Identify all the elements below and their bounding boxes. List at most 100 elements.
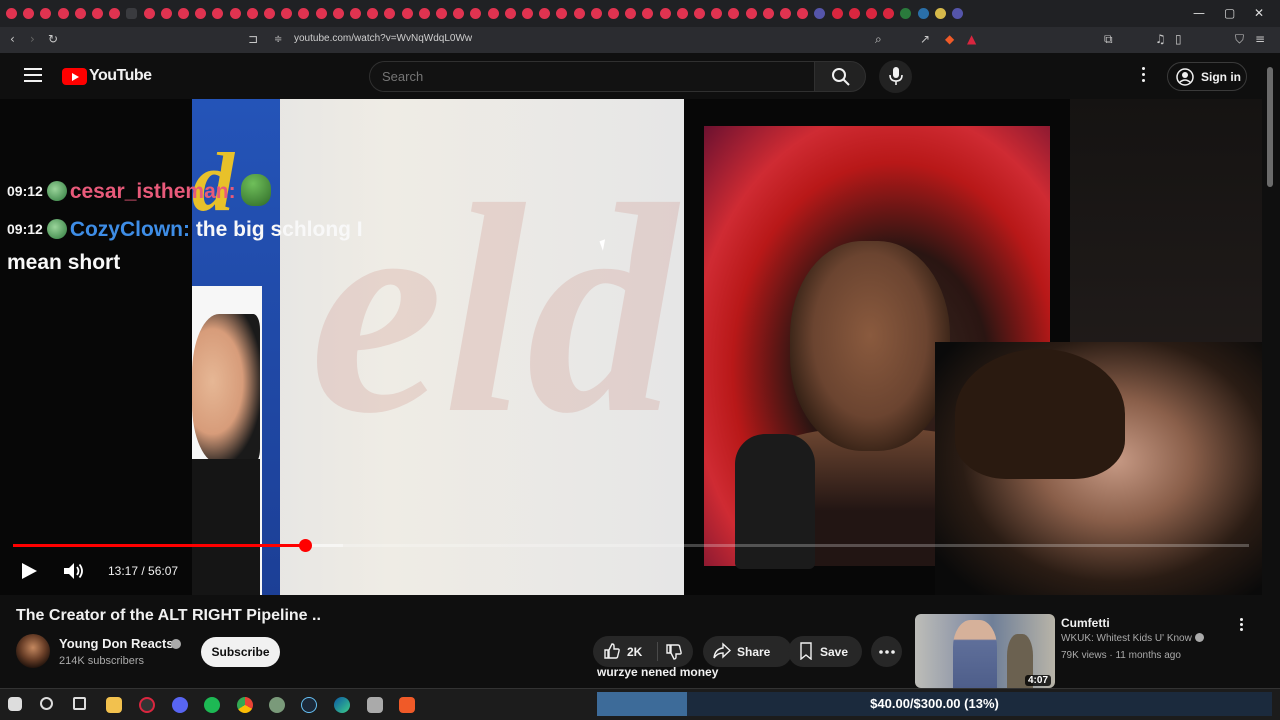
browser-tab-favicon-icon[interactable]: [608, 8, 619, 19]
search-input[interactable]: [382, 69, 782, 84]
browser-tab-favicon-icon[interactable]: [126, 8, 138, 19]
browser-tab-favicon-icon[interactable]: [780, 8, 791, 19]
edge-icon[interactable]: [334, 697, 350, 713]
browser-tab-favicon-icon[interactable]: [246, 8, 258, 19]
reload-icon[interactable]: ↻: [48, 32, 58, 46]
browser-tab-favicon-icon[interactable]: [694, 8, 705, 19]
thumbs-up-icon[interactable]: [603, 642, 621, 660]
brave-shield-icon[interactable]: ◆: [945, 32, 954, 46]
steam-icon[interactable]: [301, 697, 317, 713]
sidebar-icon[interactable]: ▯: [1175, 32, 1182, 46]
channel-avatar[interactable]: [16, 634, 50, 668]
browser-tab-favicon-icon[interactable]: [762, 8, 774, 19]
volume-icon[interactable]: [63, 562, 85, 580]
browser-tab-favicon-icon[interactable]: [831, 8, 843, 19]
browser-tab-favicon-icon[interactable]: [315, 8, 327, 19]
browser-tab-favicon-icon[interactable]: [522, 8, 533, 19]
browser-tab-favicon-icon[interactable]: [470, 8, 482, 19]
like-count[interactable]: 2K: [627, 645, 642, 659]
app-icon[interactable]: [269, 697, 285, 713]
close-window-icon[interactable]: ✕: [1254, 6, 1264, 20]
channel-name[interactable]: Young Don Reacts: [59, 636, 174, 651]
discord-icon[interactable]: [172, 697, 188, 713]
browser-tab-favicon-icon[interactable]: [797, 8, 809, 19]
sign-in-button[interactable]: Sign in: [1167, 62, 1247, 91]
search-box[interactable]: [369, 61, 814, 92]
brave-rewards-icon[interactable]: ▲: [967, 32, 976, 46]
browser-tab-favicon-icon[interactable]: [676, 8, 688, 19]
browser-tab-favicon-icon[interactable]: [264, 8, 275, 19]
browser-tab-favicon-icon[interactable]: [453, 8, 465, 19]
browser-tab-favicon-icon[interactable]: [143, 8, 155, 19]
browser-tab-favicon-icon[interactable]: [504, 8, 516, 19]
youtube-logo-icon[interactable]: [62, 68, 87, 85]
browser-tab-favicon-icon[interactable]: [23, 8, 35, 19]
bookmark-icon[interactable]: ⊐: [248, 32, 258, 46]
subscribe-button[interactable]: Subscribe: [201, 637, 280, 667]
forward-icon[interactable]: ›: [30, 32, 35, 46]
spotify-icon[interactable]: [204, 697, 220, 713]
browser-tab-favicon-icon[interactable]: [332, 8, 344, 19]
browser-tab-favicon-icon[interactable]: [728, 8, 740, 19]
save-button[interactable]: Save: [788, 636, 862, 667]
video-player[interactable]: eld d 09:12 cesar_istheman: 09:12 CozyClow…: [0, 99, 1262, 595]
browser-tab-favicon-icon[interactable]: [109, 8, 121, 19]
page-scrollbar[interactable]: [1262, 53, 1280, 688]
browser-tab-favicon-icon[interactable]: [178, 8, 189, 19]
back-icon[interactable]: ‹: [10, 32, 15, 46]
scrollbar-thumb[interactable]: [1267, 67, 1273, 187]
recommended-channel-name[interactable]: WKUK: Whitest Kids U' Know: [1061, 633, 1204, 644]
browser-tab-favicon-icon[interactable]: [866, 8, 877, 19]
browser-tab-favicon-icon[interactable]: [401, 8, 413, 19]
browser-tab-favicon-icon[interactable]: [848, 8, 860, 19]
youtube-logo-text[interactable]: YouTube: [89, 67, 152, 85]
browser-tab-favicon-icon[interactable]: [883, 8, 895, 19]
task-view-icon[interactable]: [73, 697, 86, 710]
browser-tab-favicon-icon[interactable]: [711, 8, 723, 19]
zoom-icon[interactable]: ⌕: [875, 32, 882, 47]
play-icon[interactable]: [22, 563, 37, 579]
browser-tab-favicon-icon[interactable]: [952, 8, 963, 19]
settings-menu-icon[interactable]: [1142, 67, 1146, 85]
browser-tab-favicon-icon[interactable]: [934, 8, 946, 19]
maximize-window-icon[interactable]: ▢: [1224, 6, 1235, 20]
voice-search-button[interactable]: [879, 60, 912, 93]
browser-tab-favicon-icon[interactable]: [40, 8, 52, 19]
browser-tab-favicon-icon[interactable]: [160, 8, 172, 19]
share-page-icon[interactable]: ↗: [920, 32, 930, 46]
hamburger-menu-icon[interactable]: [24, 68, 42, 82]
browser-tab-favicon-icon[interactable]: [487, 8, 499, 19]
site-settings-icon[interactable]: ≑: [274, 34, 282, 45]
wallet-icon[interactable]: ⛉: [1235, 32, 1244, 47]
browser-tab-favicon-icon[interactable]: [436, 8, 447, 19]
browser-tab-favicon-icon[interactable]: [814, 8, 826, 19]
browser-tab-favicon-icon[interactable]: [57, 8, 69, 19]
browser-tab-favicon-icon[interactable]: [900, 8, 912, 19]
extensions-icon[interactable]: ⧉: [1104, 32, 1113, 47]
search-icon[interactable]: [40, 697, 53, 710]
browser-tab-favicon-icon[interactable]: [6, 8, 17, 19]
browser-tab-favicon-icon[interactable]: [298, 8, 310, 19]
browser-tab-favicon-icon[interactable]: [573, 8, 585, 19]
brave-browser-icon[interactable]: [399, 697, 415, 713]
app-icon[interactable]: [367, 697, 383, 713]
search-button[interactable]: [814, 61, 866, 92]
recommended-menu-icon[interactable]: [1240, 618, 1244, 634]
recommended-video-title[interactable]: Cumfetti: [1061, 616, 1110, 630]
browser-tab-favicon-icon[interactable]: [659, 8, 671, 19]
browser-tab-favicon-icon[interactable]: [590, 8, 602, 19]
more-actions-button[interactable]: [871, 636, 902, 667]
browser-tab-favicon-icon[interactable]: [625, 8, 637, 19]
browser-tab-favicon-icon[interactable]: [367, 8, 379, 19]
file-explorer-icon[interactable]: [106, 697, 122, 713]
browser-tab-favicon-icon[interactable]: [745, 8, 757, 19]
thumbs-down-icon[interactable]: [665, 643, 683, 661]
browser-tab-favicon-icon[interactable]: [195, 8, 207, 19]
browser-tab-favicon-icon[interactable]: [556, 8, 568, 19]
menu-icon[interactable]: ≡: [1255, 32, 1265, 46]
progress-bar[interactable]: [13, 539, 1249, 552]
minimize-window-icon[interactable]: —: [1193, 6, 1205, 20]
chrome-icon[interactable]: [237, 697, 253, 713]
browser-tab-favicon-icon[interactable]: [350, 8, 361, 19]
browser-tab-favicon-icon[interactable]: [229, 8, 241, 19]
